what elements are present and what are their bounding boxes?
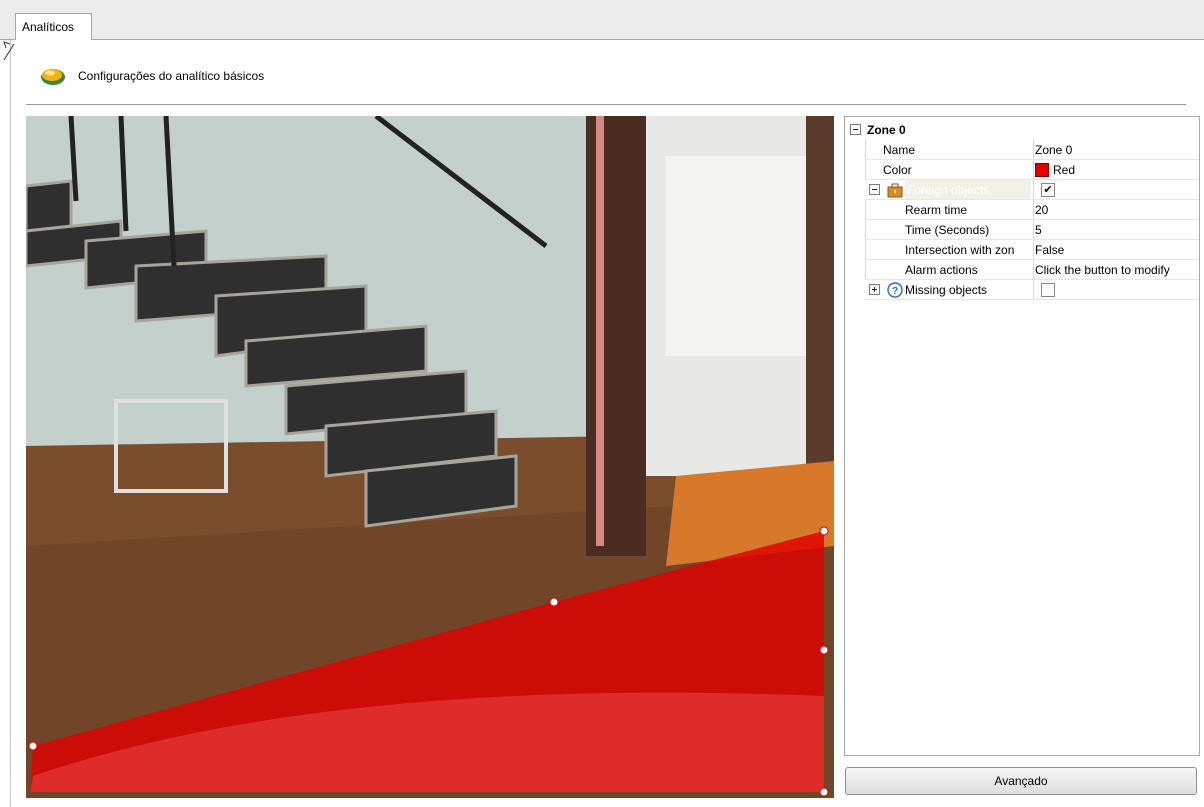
divider [26, 104, 1186, 105]
prop-row-time-seconds[interactable]: Time (Seconds) 5 [845, 220, 1199, 240]
help-circle-icon: ? [887, 282, 903, 298]
prop-row-color[interactable]: Color Red [845, 160, 1199, 180]
prop-value-rearm-time[interactable]: 20 [1035, 200, 1048, 220]
property-grid: Zone 0 Name Zone 0 Color Red Foreign obj… [844, 116, 1200, 756]
foreign-objects-checkbox[interactable]: ✔ [1041, 183, 1055, 197]
prop-value-intersection[interactable]: False [1035, 240, 1064, 260]
group-zone-0[interactable]: Zone 0 [845, 120, 1199, 140]
camera-view[interactable] [26, 116, 834, 798]
prop-row-missing-objects[interactable]: ? Missing objects [845, 280, 1199, 300]
prop-row-alarm-actions[interactable]: Alarm actions Click the button to modify [845, 260, 1199, 280]
tab-bar: Analíticos [0, 0, 1204, 41]
prop-row-name[interactable]: Name Zone 0 [845, 140, 1199, 160]
prop-row-rearm-time[interactable]: Rearm time 20 [845, 200, 1199, 220]
advanced-button[interactable]: Avançado [845, 767, 1197, 795]
alarm-actions-value[interactable]: Click the button to modify [1035, 260, 1170, 280]
prop-row-foreign-objects[interactable]: Foreign objects ✔ [845, 180, 1199, 200]
prop-row-intersection[interactable]: Intersection with zon False [845, 240, 1199, 260]
expand-icon[interactable] [869, 284, 880, 295]
analytics-disc-icon [41, 69, 65, 85]
resize-cursor-icon [3, 41, 15, 61]
collapse-icon[interactable] [869, 184, 880, 195]
tab-analiticos[interactable]: Analíticos [15, 13, 92, 41]
missing-objects-checkbox[interactable] [1041, 283, 1055, 297]
briefcase-icon [887, 183, 903, 198]
collapse-icon[interactable] [850, 124, 861, 135]
section-title: Configurações do analítico básicos [78, 69, 265, 83]
svg-text:?: ? [892, 286, 898, 297]
prop-value-name[interactable]: Zone 0 [1035, 140, 1072, 160]
prop-value-color[interactable]: Red [1053, 160, 1075, 180]
prop-value-time-seconds[interactable]: 5 [1035, 220, 1042, 240]
color-swatch [1035, 163, 1049, 177]
